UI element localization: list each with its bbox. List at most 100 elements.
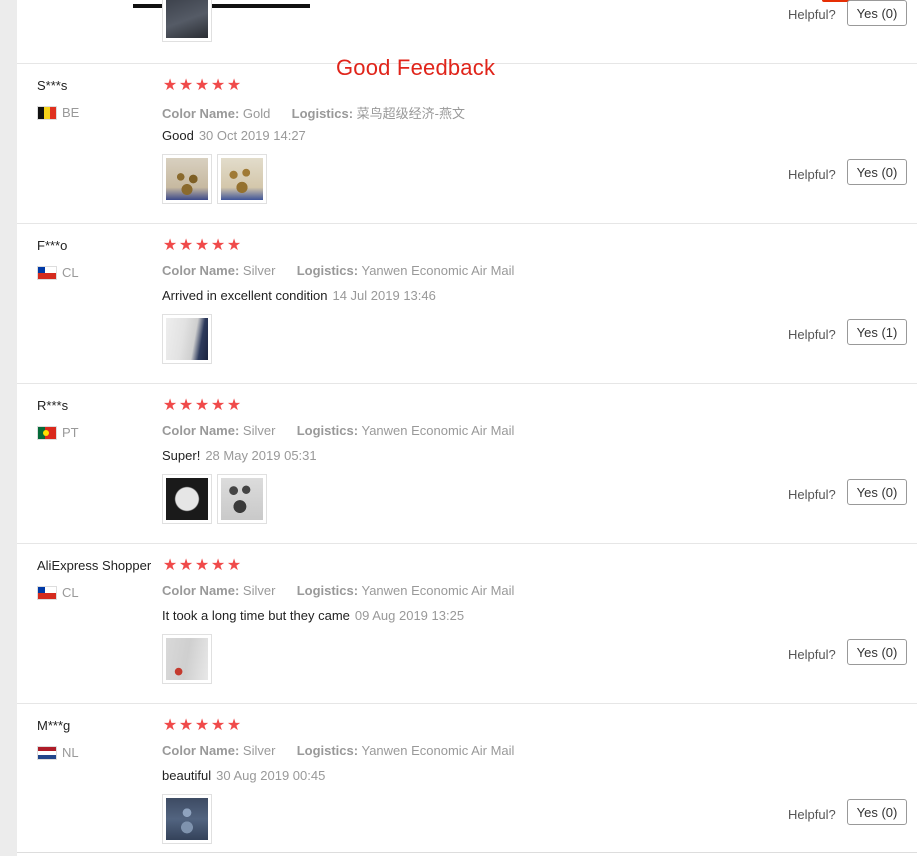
reviewer-name: F***o bbox=[37, 238, 68, 253]
color-label: Color Name: bbox=[162, 743, 240, 758]
feedback-text: It took a long time but they came bbox=[162, 608, 350, 623]
star-icon: ★ bbox=[162, 237, 178, 254]
star-icon: ★ bbox=[226, 397, 242, 414]
logistics-value: Yanwen Economic Air Mail bbox=[361, 423, 515, 438]
star-rating: ★ ★ ★ ★ ★ bbox=[162, 238, 242, 254]
review-date: 28 May 2019 05:31 bbox=[205, 448, 317, 463]
review-photos bbox=[162, 314, 212, 364]
portugal-flag-icon bbox=[37, 425, 57, 440]
helpful-label: Helpful? bbox=[788, 327, 836, 342]
chile-flag-icon bbox=[37, 265, 57, 280]
color-value: Silver bbox=[242, 583, 276, 598]
star-icon: ★ bbox=[178, 237, 194, 254]
review-photo[interactable] bbox=[162, 794, 212, 844]
country-code: CL bbox=[62, 265, 79, 280]
reviewer-name: AliExpress Shopper bbox=[37, 558, 152, 573]
review-item: M***g NL ★ ★ ★ ★ ★ Color Name: Silver Logist… bbox=[17, 704, 917, 852]
review-item: S***s BE ★ ★ ★ ★ ★ Color Name: Gold Logistic… bbox=[17, 64, 917, 224]
reviewer-name: S***s bbox=[37, 78, 68, 93]
review-date: 30 Oct 2019 14:27 bbox=[198, 128, 306, 143]
review-photo[interactable] bbox=[162, 314, 212, 364]
logistics-label: Logistics: bbox=[296, 263, 359, 278]
country-code: CL bbox=[62, 585, 79, 600]
color-label: Color Name: bbox=[162, 263, 240, 278]
review-date: 14 Jul 2019 13:46 bbox=[332, 288, 436, 303]
star-icon: ★ bbox=[178, 397, 194, 414]
review-photos bbox=[162, 474, 267, 524]
feedback-text: Arrived in excellent condition bbox=[162, 288, 328, 303]
logistics-value: Yanwen Economic Air Mail bbox=[361, 263, 515, 278]
belgium-flag-icon bbox=[37, 105, 57, 120]
star-icon: ★ bbox=[162, 77, 178, 94]
star-rating: ★ ★ ★ ★ ★ bbox=[162, 78, 242, 94]
star-icon: ★ bbox=[178, 557, 194, 574]
logistics-label: Logistics: bbox=[296, 743, 359, 758]
color-label: Color Name: bbox=[162, 106, 240, 121]
star-icon: ★ bbox=[226, 237, 242, 254]
review-photo[interactable] bbox=[162, 0, 212, 42]
color-value: Gold bbox=[242, 106, 271, 121]
review-text: It took a long time but they came 09 Aug … bbox=[162, 608, 464, 623]
star-icon: ★ bbox=[178, 77, 194, 94]
review-photo[interactable] bbox=[162, 634, 212, 684]
feedback-text: Good bbox=[162, 128, 194, 143]
review-photo[interactable] bbox=[162, 474, 212, 524]
helpful-label: Helpful? bbox=[788, 647, 836, 662]
country-code: BE bbox=[62, 105, 80, 120]
helpful-yes-button[interactable]: Yes (1) bbox=[847, 319, 907, 345]
page-left-gutter bbox=[0, 0, 17, 856]
logistics-label: Logistics: bbox=[291, 106, 354, 121]
logistics-value: Yanwen Economic Air Mail bbox=[361, 583, 515, 598]
review-date: 09 Aug 2019 13:25 bbox=[354, 608, 465, 623]
review-photos bbox=[162, 154, 267, 204]
helpful-yes-button[interactable]: Yes (0) bbox=[847, 479, 907, 505]
star-rating: ★ ★ ★ ★ ★ bbox=[162, 398, 242, 414]
review-photo[interactable] bbox=[217, 154, 267, 204]
color-value: Silver bbox=[242, 423, 276, 438]
star-icon: ★ bbox=[178, 717, 194, 734]
helpful-yes-button[interactable]: Yes (0) bbox=[847, 639, 907, 665]
reviewer-country: CL bbox=[37, 585, 79, 600]
star-icon: ★ bbox=[226, 717, 242, 734]
review-photo[interactable] bbox=[217, 474, 267, 524]
star-icon: ★ bbox=[194, 237, 210, 254]
star-icon: ★ bbox=[194, 717, 210, 734]
star-icon: ★ bbox=[226, 557, 242, 574]
review-photos bbox=[162, 634, 212, 684]
reviewer-name: M***g bbox=[37, 718, 71, 733]
reviewer-name: R***s bbox=[37, 398, 69, 413]
helpful-yes-button[interactable]: Yes (0) bbox=[847, 0, 907, 26]
color-value: Silver bbox=[242, 743, 276, 758]
star-icon: ★ bbox=[162, 397, 178, 414]
helpful-label: Helpful? bbox=[788, 167, 836, 182]
review-sku-info: Color Name: Silver Logistics: Yanwen Eco… bbox=[162, 583, 514, 598]
page-bottom-divider bbox=[17, 852, 917, 853]
helpful-yes-button[interactable]: Yes (0) bbox=[847, 159, 907, 185]
star-icon: ★ bbox=[162, 557, 178, 574]
helpful-yes-button[interactable]: Yes (0) bbox=[847, 799, 907, 825]
chile-flag-icon bbox=[37, 585, 57, 600]
star-icon: ★ bbox=[194, 77, 210, 94]
logistics-value: 菜鸟超级经济-燕文 bbox=[356, 106, 466, 121]
star-rating: ★ ★ ★ ★ ★ bbox=[162, 718, 242, 734]
helpful-label: Helpful? bbox=[788, 807, 836, 822]
review-text: Super! 28 May 2019 05:31 bbox=[162, 448, 317, 463]
star-icon: ★ bbox=[210, 397, 226, 414]
color-label: Color Name: bbox=[162, 423, 240, 438]
netherlands-flag-icon bbox=[37, 745, 57, 760]
star-icon: ★ bbox=[210, 717, 226, 734]
logistics-label: Logistics: bbox=[296, 583, 359, 598]
feedback-text: Super! bbox=[162, 448, 201, 463]
review-photo[interactable] bbox=[162, 154, 212, 204]
logistics-value: Yanwen Economic Air Mail bbox=[361, 743, 515, 758]
reviewer-country: BE bbox=[37, 105, 79, 120]
review-text: beautiful 30 Aug 2019 00:45 bbox=[162, 768, 325, 783]
helpful-label: Helpful? bbox=[788, 487, 836, 502]
helpful-label: Helpful? bbox=[788, 7, 836, 22]
review-photos bbox=[162, 794, 212, 844]
star-icon: ★ bbox=[210, 557, 226, 574]
star-icon: ★ bbox=[210, 237, 226, 254]
star-rating: ★ ★ ★ ★ ★ bbox=[162, 558, 242, 574]
reviewer-country: PT bbox=[37, 425, 79, 440]
review-text: Good 30 Oct 2019 14:27 bbox=[162, 128, 306, 143]
